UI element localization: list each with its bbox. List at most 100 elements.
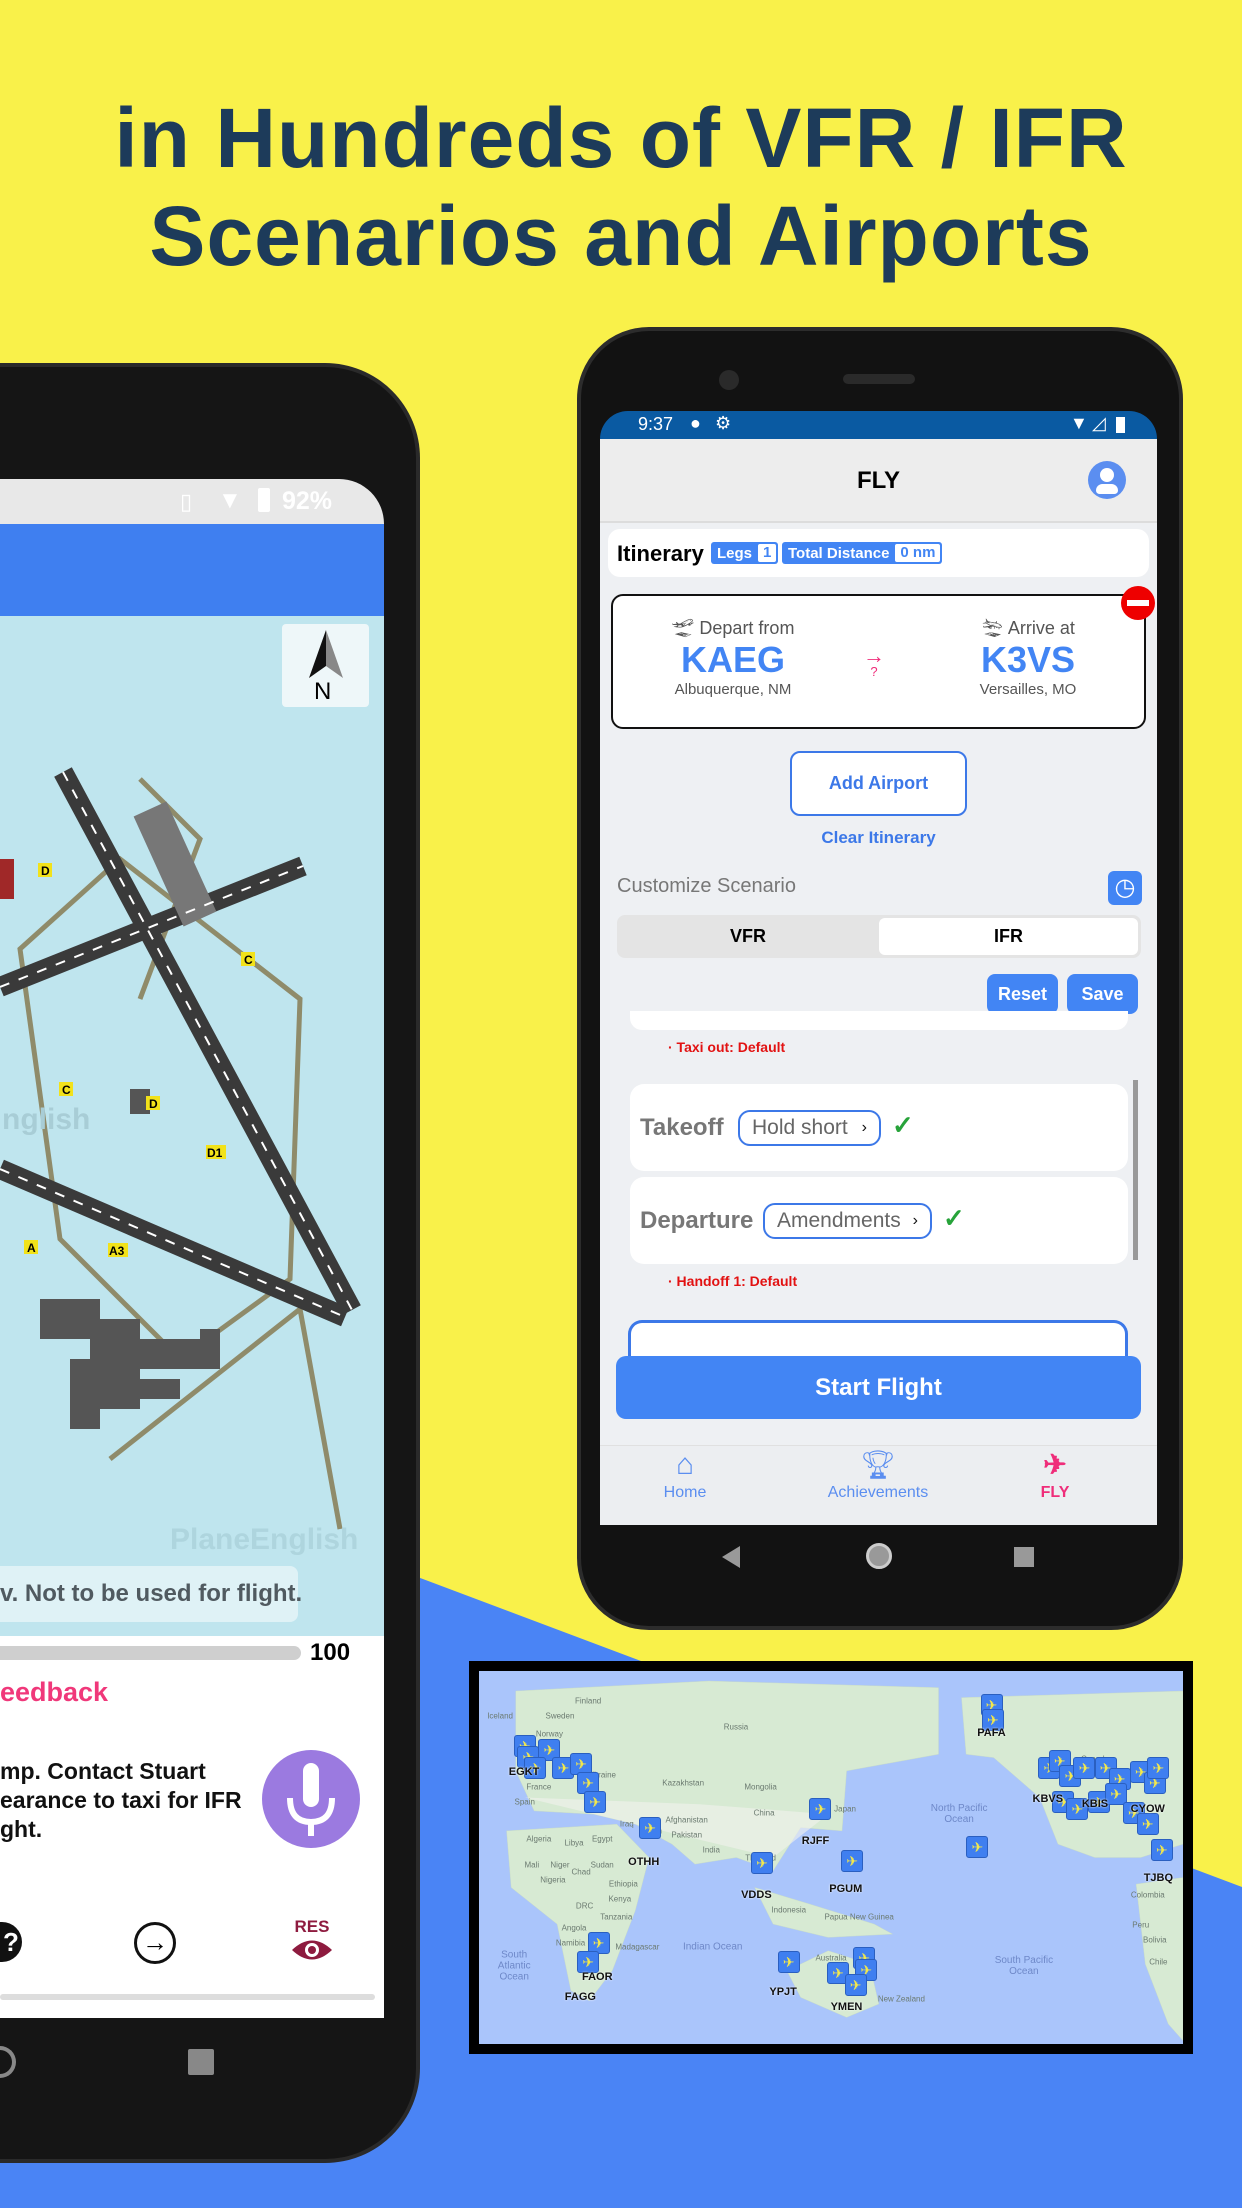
clock-icon[interactable]: ◷ [1108, 871, 1142, 905]
tab-fly[interactable]: ✈︎ FLY [1005, 1446, 1105, 1502]
compass[interactable]: N [282, 624, 369, 707]
place-label: Algeria [526, 1834, 552, 1844]
start-flight-button[interactable]: Start Flight [616, 1356, 1141, 1419]
step-departure[interactable]: Departure Amendments › ✓ [630, 1177, 1128, 1264]
keyhole-icon: ● [690, 413, 701, 433]
compass-label: N [314, 678, 332, 705]
taxiway-sign: C [62, 1083, 71, 1097]
gear-icon: ⚙ [715, 413, 732, 433]
airport-marker-icon[interactable]: ✈ [841, 1850, 864, 1873]
speaker-grille [843, 374, 915, 384]
step-option-chip[interactable]: Hold short › [738, 1110, 881, 1146]
add-airport-button[interactable]: Add Airport [790, 751, 967, 816]
segment-vfr[interactable]: VFR [617, 915, 879, 958]
tab-achievements[interactable]: 🏆︎ Achievements [808, 1446, 948, 1502]
battery-icon [1116, 417, 1125, 433]
home-nav-icon[interactable] [866, 1543, 892, 1569]
airport-marker-icon[interactable]: ✈ [751, 1852, 773, 1875]
airport-label[interactable]: YPJT [769, 1986, 797, 1998]
total-distance-badge: Total Distance 0 nm [782, 542, 943, 564]
clear-itinerary-link[interactable]: Clear Itinerary [600, 828, 1157, 848]
recents-nav-icon[interactable] [188, 2049, 214, 2075]
ocean-label: Indian Ocean [682, 1941, 743, 1953]
airport-label[interactable]: VDDS [741, 1889, 772, 1901]
place-label: Kenya [608, 1894, 632, 1904]
place-label: Sudan [590, 1860, 614, 1870]
route-card[interactable]: 🛫︎ Depart from KAEG Albuquerque, NM →? 🛬… [611, 594, 1146, 729]
depart-section[interactable]: 🛫︎ Depart from KAEG Albuquerque, NM [633, 618, 833, 698]
airport-marker-icon[interactable]: ✈ [844, 1973, 867, 1996]
save-button[interactable]: Save [1067, 974, 1138, 1014]
airport-marker-icon[interactable]: ✈ [1150, 1839, 1173, 1862]
airport-world-map: IcelandFinlandSwedenNorwayPolandUkraineF… [469, 1661, 1193, 2054]
next-arrow-icon[interactable]: → [134, 1922, 176, 1964]
place-label: Mongolia [744, 1782, 777, 1792]
instruction-line: earance to taxi for IFR [0, 1787, 242, 1813]
airport-marker-icon[interactable]: ✈ [777, 1951, 800, 1974]
ocean-label: South Pacific Ocean [994, 1954, 1054, 1977]
airport-marker-icon[interactable]: ✈ [639, 1816, 662, 1839]
airport-label[interactable]: OTHH [628, 1856, 659, 1868]
chevron-right-icon: › [912, 1212, 918, 1229]
place-label: Finland [574, 1696, 602, 1706]
feedback-label[interactable]: eedback [0, 1677, 108, 1708]
step-label: Departure [640, 1207, 754, 1234]
flight-rules-toggle[interactable]: VFR IFR [617, 915, 1141, 958]
airport-label[interactable]: KBVS [1033, 1793, 1064, 1805]
tower [0, 859, 14, 899]
depart-city: Albuquerque, NM [674, 681, 792, 698]
taxiway-sign: D [149, 1097, 158, 1111]
eye-icon [292, 1940, 332, 1960]
itinerary-bar: Itinerary Legs 1 Total Distance 0 nm [608, 529, 1149, 577]
arrive-section[interactable]: 🛬︎ Arrive at K3VS Versailles, MO [928, 618, 1128, 698]
help-icon[interactable]: ? [0, 1922, 22, 1962]
arrival-icon: 🛬︎ [981, 618, 1008, 638]
remove-leg-button[interactable] [1121, 586, 1155, 620]
airport-label[interactable]: FAGG [565, 1991, 596, 2003]
profile-avatar-icon[interactable] [1088, 461, 1126, 499]
airport-marker-icon[interactable]: ✈ [584, 1790, 607, 1813]
place-label: Ethiopia [608, 1879, 638, 1889]
step-option-chip[interactable]: Amendments › [763, 1203, 932, 1239]
place-label: Russia [723, 1722, 749, 1732]
airport-label[interactable]: PGUM [829, 1883, 862, 1895]
airport-diagram[interactable]: D C C D D1 A A3 nglish PlaneEnglish N v.… [0, 616, 384, 1636]
airport-marker-icon[interactable]: ✈ [1073, 1757, 1096, 1780]
place-label: Nigeria [540, 1875, 566, 1885]
back-nav-icon[interactable] [722, 1546, 740, 1568]
airport-marker-icon[interactable]: ✈ [577, 1951, 600, 1974]
reset-button[interactable]: Reset [987, 974, 1058, 1014]
depart-code: KAEG [680, 639, 785, 680]
score-bar [0, 1646, 301, 1660]
tab-home[interactable]: ⌂ Home [630, 1446, 740, 1502]
recents-nav-icon[interactable] [1014, 1547, 1034, 1567]
place-label: India [702, 1845, 720, 1855]
place-label: Angola [561, 1923, 587, 1933]
airport-label[interactable]: FAOR [582, 1971, 613, 1983]
res-button[interactable]: RES [290, 1917, 334, 1968]
place-label: Indonesia [771, 1905, 807, 1915]
airport-label[interactable]: TJBQ [1144, 1872, 1173, 1884]
airport-label[interactable]: RJFF [802, 1835, 830, 1847]
segment-ifr[interactable]: IFR [879, 918, 1138, 955]
step-takeoff[interactable]: Takeoff Hold short › ✓ [630, 1084, 1128, 1171]
taxi-note: · Taxi out: Default [668, 1039, 786, 1055]
airport-marker-icon[interactable]: ✈ [1147, 1757, 1170, 1780]
scrollbar[interactable] [1133, 1080, 1138, 1260]
map-canvas[interactable]: IcelandFinlandSwedenNorwayPolandUkraineF… [479, 1671, 1183, 2044]
arrive-code: K3VS [980, 639, 1076, 680]
airport-marker-icon[interactable]: ✈ [966, 1835, 989, 1858]
airport-marker-icon[interactable]: ✈ [809, 1798, 832, 1821]
scenario-card-partial [630, 1011, 1128, 1030]
place-label: China [753, 1808, 775, 1818]
airport-label[interactable]: KBIS [1082, 1798, 1108, 1810]
place-label: Sweden [545, 1711, 575, 1721]
score-value: 100 [310, 1639, 351, 1666]
airport-label[interactable]: CYOW [1131, 1803, 1165, 1815]
airport-label[interactable]: PAFA [977, 1727, 1006, 1739]
place-label: Pakistan [671, 1830, 703, 1840]
airport-label[interactable]: YMEN [831, 2001, 863, 2013]
airport-label[interactable]: EGKT [509, 1766, 540, 1778]
microphone-button[interactable] [262, 1750, 360, 1848]
airport-marker-icon[interactable]: ✈ [1136, 1813, 1159, 1836]
